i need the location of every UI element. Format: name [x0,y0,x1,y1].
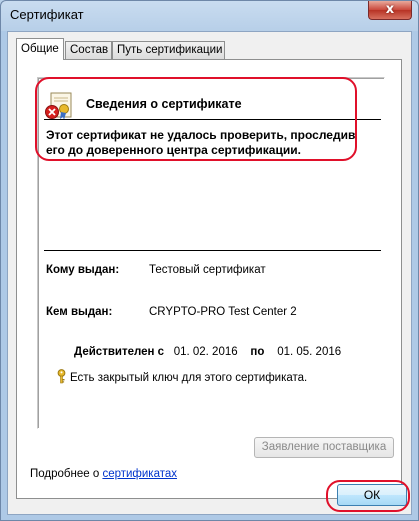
validity-period: Действителен с 01. 02. 2016 по 01. 05. 2… [74,346,341,358]
issued-by-label: Кем выдан: [46,306,113,318]
valid-from-label: Действителен с [74,346,165,358]
learn-more-prefix: Подробнее о [30,468,103,480]
valid-to-date: 01. 05. 2016 [277,346,342,358]
issued-to-value: Тестовый сертификат [149,264,266,276]
window-title: Сертификат [10,7,84,22]
general-tab-panel: Сведения о сертификате Этот сертификат н… [16,59,402,499]
certificate-error-icon [45,92,72,120]
ok-button[interactable]: ОК [337,484,407,506]
learn-more-row: Подробнее о сертификатах [30,468,177,480]
verification-warning: Этот сертификат не удалось проверить, пр… [46,128,356,157]
certificates-link[interactable]: сертификатах [102,468,177,480]
tab-details[interactable]: Состав [65,41,112,59]
details-divider [44,250,381,251]
tab-general[interactable]: Общие [16,38,64,60]
issued-by-value: CRYPTO-PRO Test Center 2 [149,306,297,318]
close-button[interactable]: x [368,1,412,20]
dialog-client-area: Общие Состав Путь сертификации Сведения … [7,31,412,515]
heading-divider [44,119,381,120]
title-bar[interactable]: Сертификат x [1,1,418,31]
private-key-row: Есть закрытый ключ для этого сертификата… [56,369,307,384]
key-icon [57,369,66,384]
issuer-statement-button[interactable]: Заявление поставщика [254,437,394,458]
issued-to-label: Кому выдан: [46,264,120,276]
tab-certification-path[interactable]: Путь сертификации [112,41,225,59]
valid-from-date: 01. 02. 2016 [173,346,238,358]
close-icon: x [385,2,395,17]
certificate-dialog: Сертификат x Общие Состав Путь сертифика… [0,0,419,521]
certificate-heading: Сведения о сертификате [86,97,242,111]
certificate-info-box: Сведения о сертификате Этот сертификат н… [37,77,385,429]
valid-to-label: по [250,346,265,358]
private-key-note: Есть закрытый ключ для этого сертификата… [70,372,308,384]
